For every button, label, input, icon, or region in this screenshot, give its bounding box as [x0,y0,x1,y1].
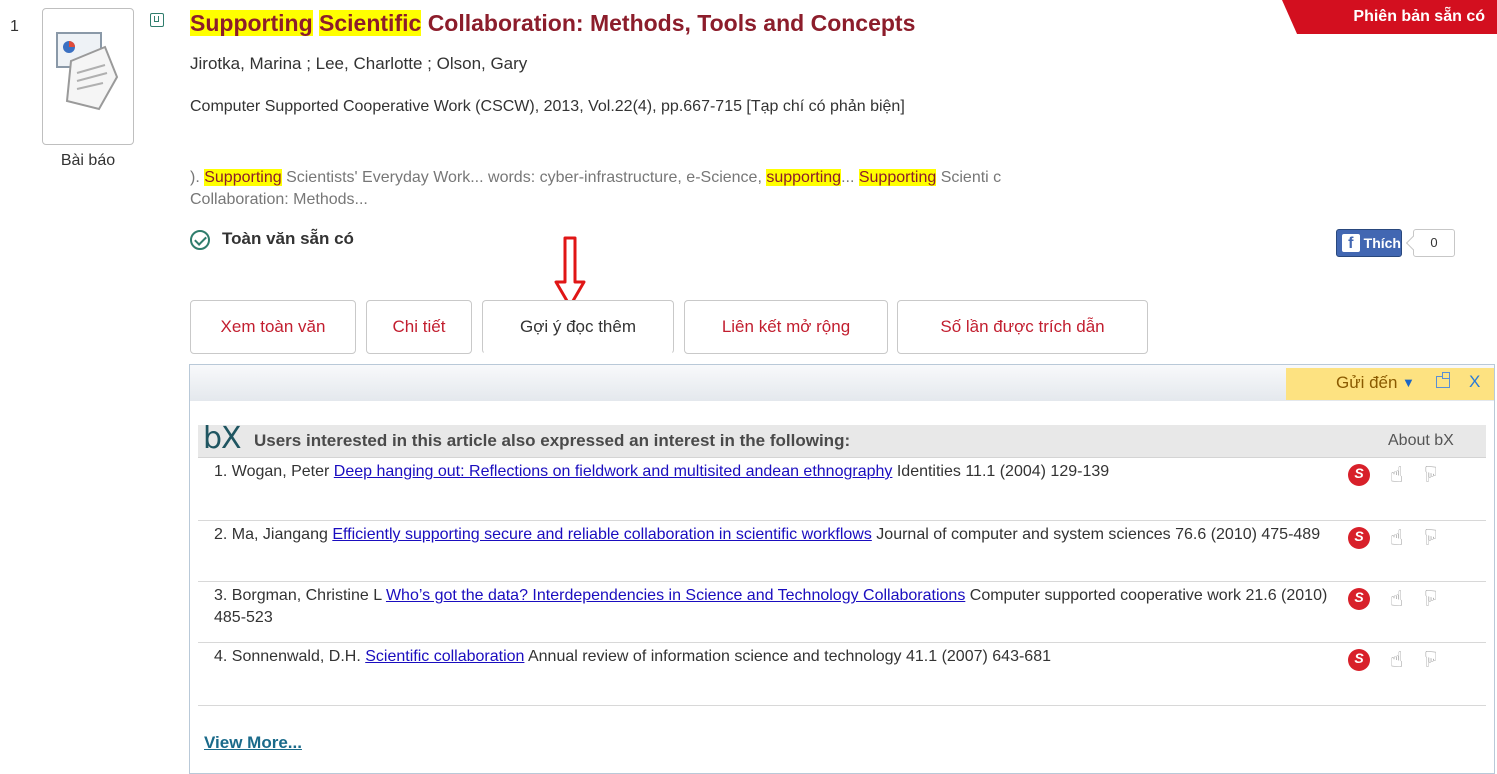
thumbs-down-icon[interactable]: ☟ [1424,647,1437,673]
snippet-text: ). [190,169,200,186]
view-more-link[interactable]: View More... [204,733,302,753]
check-circle-icon [190,230,210,250]
tab-details[interactable]: Chi tiết [366,300,472,354]
rec-number: 2. [214,526,228,543]
thumbs-up-icon[interactable]: ☝ [1390,647,1403,673]
recommendations-panel: Gửi đến ▼ X bX Users interested in this … [189,364,1495,774]
chevron-down-icon: ▼ [1402,375,1415,390]
rec-source: Journal of computer and system sciences … [876,526,1321,543]
popout-icon[interactable] [1436,372,1450,388]
recommendation-item: 4. Sonnenwald, D.H. Scientific collabora… [198,643,1486,706]
tab-view-fulltext[interactable]: Xem toàn văn [190,300,356,354]
snippet-highlight: supporting [766,169,842,186]
rec-actions: ☝ ☟ [1348,647,1468,675]
fulltext-available[interactable]: Toàn văn sẵn có [222,229,354,249]
record-title[interactable]: Supporting Scientific Collaboration: Met… [190,10,915,37]
thumbs-up-icon[interactable]: ☝ [1390,462,1403,488]
send-to-label: Gửi đến [1336,373,1398,392]
snippet-highlight: Supporting [858,169,937,186]
record-authors: Jirotka, Marina ; Lee, Charlotte ; Olson… [190,54,528,73]
facebook-like-count: 0 [1413,229,1455,257]
about-bx-link[interactable]: About bX [1388,432,1454,450]
rec-author: Sonnenwald, D.H. [231,648,361,665]
rec-actions: ☝ ☟ [1348,462,1468,490]
facebook-like-label: Thích [1363,235,1401,251]
tab-recommendations[interactable]: Gợi ý đọc thêm [482,300,674,354]
snippet-text: Scientists' Everyday Work... words: cybe… [286,169,762,186]
panel-toolbar: Gửi đến ▼ X [190,365,1494,401]
rec-author: Wogan, Peter [231,463,330,480]
rec-source: Annual review of information science and… [527,648,1051,665]
thumbs-down-icon[interactable]: ☟ [1424,586,1437,612]
thumbs-up-icon[interactable]: ☝ [1390,586,1403,612]
recommendation-text: 4. Sonnenwald, D.H. Scientific collabora… [214,646,1344,668]
sfx-icon[interactable] [1348,464,1370,486]
sfx-icon[interactable] [1348,649,1370,671]
save-record-icon[interactable] [150,13,164,27]
facebook-like-button[interactable]: f Thích [1336,229,1402,257]
tab-links[interactable]: Liên kết mở rộng [684,300,888,354]
document-thumbnail-icon [56,32,119,111]
recommendation-text: 2. Ma, Jiangang Efficiently supporting s… [214,524,1344,546]
thumbs-up-icon[interactable]: ☝ [1390,525,1403,551]
title-highlight: Scientific [319,10,422,36]
thumbs-down-icon[interactable]: ☟ [1424,462,1437,488]
snippet-text: ... [841,169,855,186]
title-text: Collaboration: Methods, Tools and Concep… [427,10,916,36]
sfx-icon[interactable] [1348,588,1370,610]
thumbs-down-icon[interactable]: ☟ [1424,525,1437,551]
record-snippet: ). Supporting Scientists' Everyday Work.… [190,167,1010,211]
down-arrow-icon [554,236,586,308]
rec-number: 1. [214,463,228,480]
result-number: 1 [10,18,19,35]
snippet-highlight: Supporting [204,169,282,186]
rec-actions: ☝ ☟ [1348,586,1468,614]
recommendation-item: 1. Wogan, Peter Deep hanging out: Reflec… [198,458,1486,521]
rec-author: Ma, Jiangang [231,526,328,543]
resource-type-label: Bài báo [60,152,116,169]
recommendation-text: 3. Borgman, Christine L Who’s got the da… [214,585,1344,629]
rec-source: Identities 11.1 (2004) 129-139 [896,463,1110,480]
rec-number: 4. [214,648,228,665]
rec-title-link[interactable]: Who’s got the data? Interdependencies in… [386,587,965,604]
record-source: Computer Supported Cooperative Work (CSC… [190,98,905,115]
title-highlight: Supporting [190,10,313,36]
close-icon[interactable]: X [1469,372,1480,392]
bx-logo: bX [203,421,242,456]
rec-actions: ☝ ☟ [1348,525,1468,553]
recommendation-item: 3. Borgman, Christine L Who’s got the da… [198,582,1486,643]
sfx-icon[interactable] [1348,527,1370,549]
availability-badge: Phiên bản sẵn có [1282,0,1497,34]
recommendation-item: 2. Ma, Jiangang Efficiently supporting s… [198,521,1486,582]
rec-title-link[interactable]: Efficiently supporting secure and reliab… [332,526,872,543]
rec-author: Borgman, Christine L [231,587,382,604]
recommendation-text: 1. Wogan, Peter Deep hanging out: Reflec… [214,461,1344,483]
facebook-icon: f [1342,234,1360,252]
rec-title-link[interactable]: Scientific collaboration [365,648,524,665]
bx-title: Users interested in this article also ex… [254,431,851,450]
rec-number: 3. [214,587,228,604]
tab-citations[interactable]: Số lần được trích dẫn [897,300,1148,354]
document-thumbnail[interactable] [42,8,134,145]
rec-title-link[interactable]: Deep hanging out: Reflections on fieldwo… [334,463,893,480]
bx-header: bX Users interested in this article also… [198,421,1486,458]
send-to-menu[interactable]: Gửi đến ▼ X [1286,368,1494,400]
